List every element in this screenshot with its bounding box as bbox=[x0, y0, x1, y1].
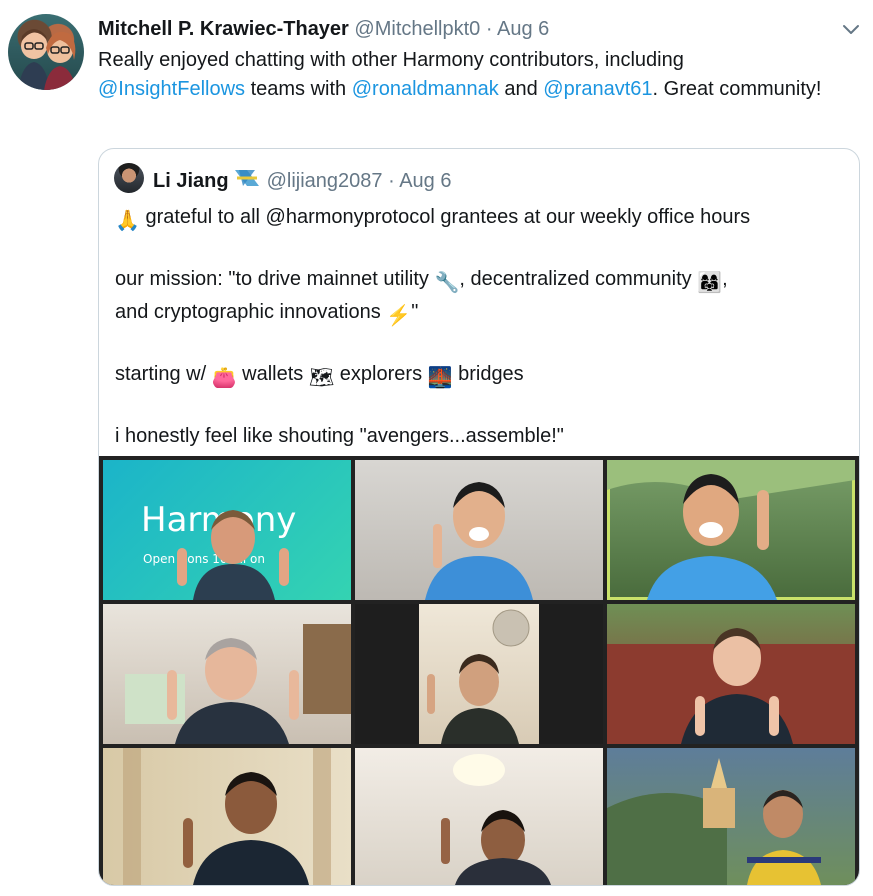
quoted-text-part: wallets bbox=[236, 363, 309, 385]
tweet-text-part: teams with bbox=[245, 78, 352, 100]
video-tile-7 bbox=[103, 748, 351, 885]
video-tile-4 bbox=[103, 604, 351, 744]
quoted-line-5: i honestly feel like shouting "avengers.… bbox=[115, 422, 845, 451]
participant bbox=[123, 748, 331, 885]
separator-dot: · bbox=[480, 18, 497, 40]
video-tile-9 bbox=[607, 748, 855, 885]
quoted-line-4: starting w/ 👛 wallets 🗺 explorers 🌉 brid… bbox=[115, 360, 845, 393]
video-call-image[interactable]: Harmony Open Cons 10 Bil on bbox=[99, 456, 859, 885]
quoted-text-part: explorers bbox=[334, 363, 428, 385]
quoted-text-part: bridges bbox=[452, 363, 524, 385]
mention-ronaldmannak[interactable]: @ronaldmannak bbox=[352, 78, 499, 100]
quoted-text-part: " bbox=[411, 301, 419, 323]
participant bbox=[427, 609, 530, 744]
family-emoji-icon: 👩‍👩‍👧 bbox=[697, 272, 723, 294]
participant bbox=[607, 628, 855, 744]
purse-emoji-icon: 👛 bbox=[211, 367, 237, 389]
quoted-text-part: , decentralized community bbox=[459, 268, 698, 290]
quoted-date[interactable]: Aug 6 bbox=[399, 170, 451, 192]
author-avatar[interactable] bbox=[8, 14, 84, 90]
map-emoji-icon: 🗺 bbox=[308, 367, 335, 389]
tweet-text: Really enjoyed chatting with other Harmo… bbox=[98, 46, 828, 104]
mention-insightfellows[interactable]: @InsightFellows bbox=[98, 78, 245, 100]
quoted-header: Li Jiang @lijiang2087 · Aug 6 bbox=[153, 166, 451, 197]
participant bbox=[441, 754, 551, 885]
quoted-text-part: our mission: "to drive mainnet utility bbox=[115, 268, 435, 290]
quoted-line-2: our mission: "to drive mainnet utility 🔧… bbox=[115, 265, 845, 298]
tweet-text-part: . Great community! bbox=[652, 78, 822, 100]
video-tile-1: Harmony Open Cons 10 Bil on bbox=[103, 460, 351, 600]
participant bbox=[607, 758, 821, 885]
quoted-text-part: , bbox=[722, 268, 728, 290]
wrench-emoji-icon: 🔧 bbox=[434, 272, 460, 294]
author-handle[interactable]: @Mitchellpkt0 bbox=[354, 18, 480, 40]
participant bbox=[607, 460, 855, 600]
participant bbox=[177, 510, 289, 600]
mention-pranavt61[interactable]: @pranavt61 bbox=[543, 78, 652, 100]
tweet-date[interactable]: Aug 6 bbox=[497, 18, 549, 40]
quoted-author-name[interactable]: Li Jiang bbox=[153, 170, 229, 192]
video-tile-8 bbox=[355, 748, 603, 885]
quoted-text: 🙏 grateful to all @harmonyprotocol grant… bbox=[115, 203, 845, 451]
quoted-line-1: 🙏 grateful to all @harmonyprotocol grant… bbox=[115, 203, 845, 236]
participant bbox=[125, 624, 351, 744]
quoted-author-avatar[interactable] bbox=[114, 163, 144, 193]
author-name[interactable]: Mitchell P. Krawiec-Thayer bbox=[98, 18, 349, 40]
pray-emoji-icon: 🙏 bbox=[115, 210, 140, 232]
participant bbox=[425, 482, 533, 600]
quoted-handle[interactable]: @lijiang2087 bbox=[267, 170, 383, 192]
quoted-line-3: and cryptographic innovations ⚡" bbox=[115, 298, 845, 331]
quoted-tweet[interactable]: Li Jiang @lijiang2087 · Aug 6 🙏 grateful … bbox=[98, 148, 860, 886]
chevron-down-icon[interactable] bbox=[838, 18, 864, 40]
tweet-text-part: Really enjoyed chatting with other Harmo… bbox=[98, 49, 684, 71]
tweet-header: Mitchell P. Krawiec-Thayer @Mitchellpkt0… bbox=[98, 16, 549, 42]
video-tile-6 bbox=[607, 604, 855, 744]
quoted-text-part: and cryptographic innovations bbox=[115, 301, 387, 323]
video-tile-3-active bbox=[607, 460, 855, 600]
bridge-emoji-icon: 🌉 bbox=[427, 367, 453, 389]
video-tile-2 bbox=[355, 460, 603, 600]
quoted-text-part: starting w/ bbox=[115, 363, 212, 385]
quoted-text-part: grateful to all @harmonyprotocol grantee… bbox=[145, 206, 751, 228]
harmony-badge-icon bbox=[233, 166, 261, 197]
tweet-text-part: and bbox=[498, 78, 544, 100]
lightning-emoji-icon: ⚡ bbox=[386, 305, 412, 327]
video-tile-5 bbox=[355, 604, 603, 744]
quoted-text-part: i honestly feel like shouting "avengers.… bbox=[115, 425, 564, 447]
separator-dot: · bbox=[382, 170, 400, 192]
